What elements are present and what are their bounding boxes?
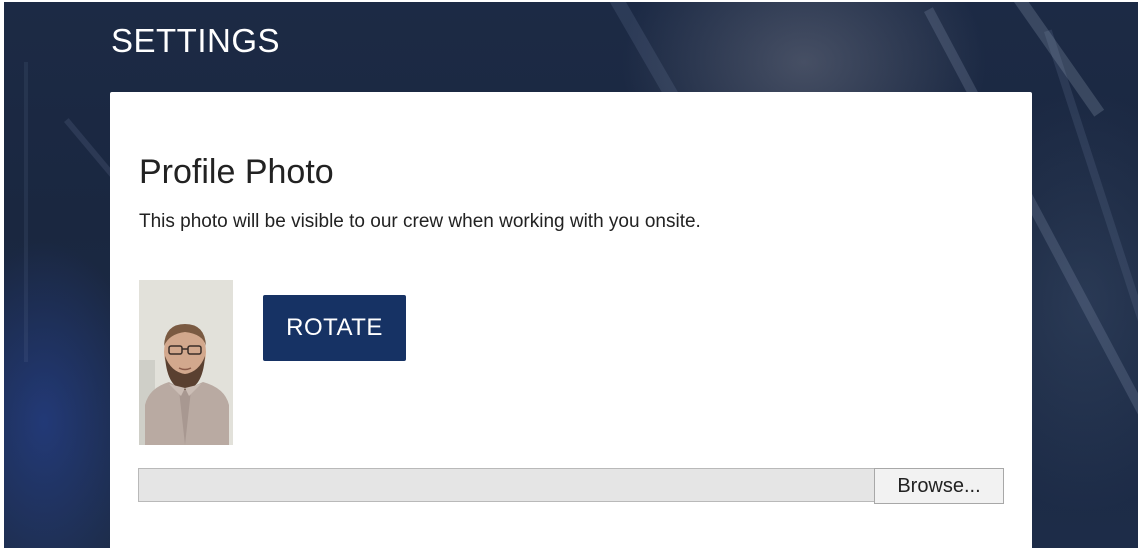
settings-card: Profile Photo This photo will be visible…	[110, 92, 1032, 552]
file-path-input[interactable]	[138, 468, 874, 502]
profile-photo	[139, 280, 233, 445]
section-title: Profile Photo	[139, 153, 334, 191]
rotate-button[interactable]: ROTATE	[263, 295, 406, 361]
browse-button[interactable]: Browse...	[874, 468, 1004, 504]
background-beam	[24, 62, 28, 362]
profile-photo-image	[139, 280, 233, 445]
page-title: SETTINGS	[111, 22, 281, 59]
section-description: This photo will be visible to our crew w…	[139, 211, 701, 232]
